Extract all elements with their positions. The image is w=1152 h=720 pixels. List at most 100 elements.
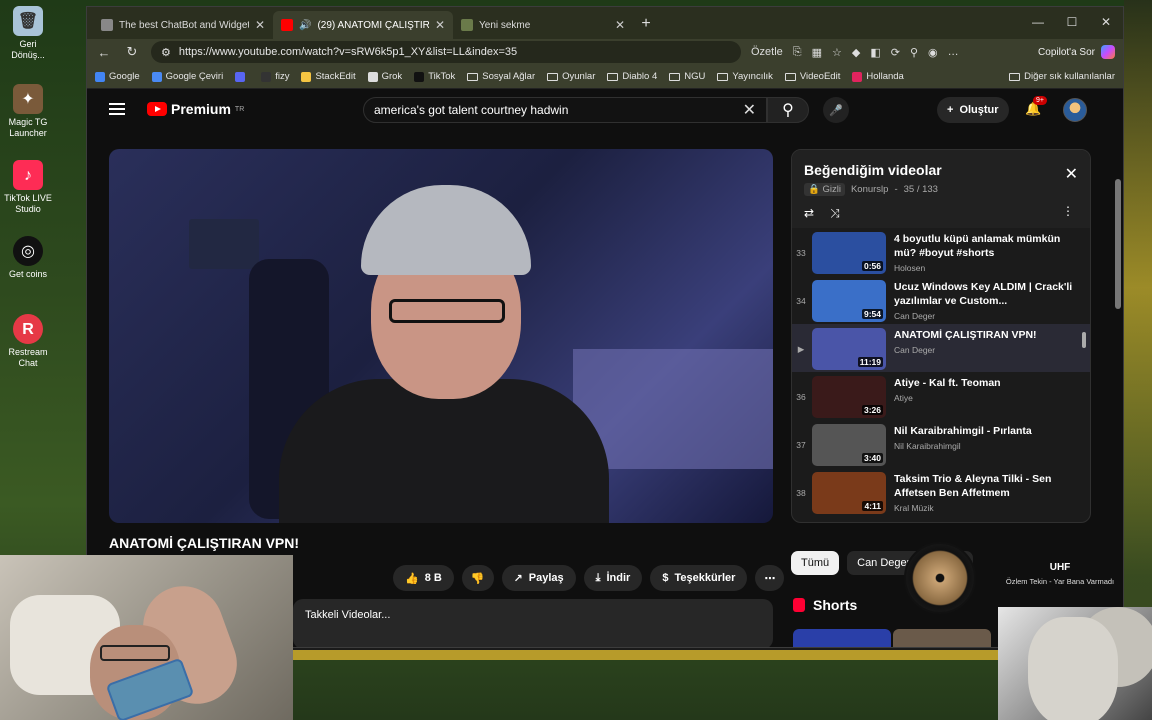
puzzle-icon[interactable]: ⚲ xyxy=(910,46,918,59)
bookmark-item[interactable]: NGU xyxy=(669,71,705,82)
desktop-icon-recycle-bin[interactable]: 🗑 Geri Dönüş... xyxy=(4,6,52,61)
create-button[interactable]: + Oluştur xyxy=(937,97,1009,123)
playlist-item-thumbnail[interactable]: 0:56 xyxy=(812,232,886,274)
avatar[interactable] xyxy=(1063,98,1087,122)
tab-new[interactable]: Yeni sekme ✕ xyxy=(453,11,633,39)
speaker-icon[interactable]: 🔊 xyxy=(299,20,311,31)
more-menu-icon[interactable]: … xyxy=(948,46,959,58)
bookmark-item[interactable]: Google Çeviri xyxy=(151,71,223,82)
playlist-item[interactable]: 33 0:56 4 boyutlu küpü anlamak mümkün mü? … xyxy=(792,228,1090,276)
playlist-item[interactable]: 36 3:26 Atiye - Kal ft. Teoman Atiye xyxy=(792,372,1090,420)
download-button[interactable]: ⤓ İndir xyxy=(583,565,643,591)
chip-all[interactable]: Tümü xyxy=(791,551,840,575)
desktop-icon-restream[interactable]: R Restream Chat xyxy=(4,314,52,369)
thanks-button[interactable]: $ Teşekkürler xyxy=(650,565,748,591)
short-thumbnail[interactable] xyxy=(893,629,991,647)
notifications-icon[interactable]: 🔔 9+ xyxy=(1025,96,1047,117)
loop-icon[interactable]: ⇄ xyxy=(804,206,814,221)
bookmark-item[interactable]: Sosyal Ağlar xyxy=(467,71,535,82)
close-playlist-icon[interactable]: ✕ xyxy=(1065,164,1078,184)
playlist-more-icon[interactable]: ⋮ xyxy=(1062,204,1074,218)
shuffle-icon[interactable]: ⤨ xyxy=(830,206,840,221)
site-info-icon[interactable]: ⚙ xyxy=(161,46,171,59)
like-button[interactable]: 👍 8 B xyxy=(393,565,454,591)
copilot-button[interactable]: Copilot'a Sor xyxy=(1038,45,1115,59)
share-icon: ↗ xyxy=(513,572,523,585)
playlist-title[interactable]: Beğendiğim videolar xyxy=(804,162,1078,178)
playlist-item-title[interactable]: 4 boyutlu küpü anlamak mümkün mü? #boyut… xyxy=(894,232,1082,260)
playlist-item[interactable]: 34 9:54 Ucuz Windows Key ALDIM | Crack'li … xyxy=(792,276,1090,324)
short-thumbnail[interactable] xyxy=(793,629,891,647)
extension-icon[interactable]: ◧ xyxy=(870,46,880,59)
bookmark-item[interactable]: TikTok xyxy=(414,71,455,82)
tab-youtube[interactable]: 🔊 (29) ANATOMİ ÇALIŞTIRAN V ✕ xyxy=(273,11,453,39)
search-button[interactable]: ⚲ xyxy=(767,97,809,123)
desktop-icon-tiktok-live[interactable]: ♪ TikTok LIVE Studio xyxy=(4,160,52,215)
playlist-scrollbar[interactable] xyxy=(1082,234,1086,514)
playlist-item[interactable]: ▶ 11:19 ANATOMİ ÇALIŞTIRAN VPN! Can Deger xyxy=(792,324,1090,372)
bookmark-item[interactable]: fizy xyxy=(261,71,289,82)
playlist-item-thumbnail[interactable]: 11:19 xyxy=(812,328,886,370)
bookmark-item[interactable]: Oyunlar xyxy=(547,71,595,82)
page-scrollbar[interactable] xyxy=(1115,179,1121,309)
bookmark-item[interactable]: StackEdit xyxy=(301,71,356,82)
playlist-item-thumbnail[interactable]: 9:54 xyxy=(812,280,886,322)
close-window-icon[interactable]: ✕ xyxy=(1089,7,1123,37)
playlist-item-info: ANATOMİ ÇALIŞTIRAN VPN! Can Deger xyxy=(894,328,1082,355)
other-bookmarks-label: Diğer sık kullanılanlar xyxy=(1024,71,1115,82)
favorite-star-icon[interactable]: ☆ xyxy=(832,46,842,59)
bookmark-item[interactable]: Hollanda xyxy=(852,71,904,82)
playlist-item-title[interactable]: Nil Karaibrahimgil - Pırlanta xyxy=(894,424,1082,438)
notification-badge: 9+ xyxy=(1033,96,1047,105)
search-input[interactable]: america's got talent courtney hadwin ✕ xyxy=(363,97,767,123)
more-actions-button[interactable]: ⋯ xyxy=(755,565,785,591)
playlist-owner[interactable]: Konurslp xyxy=(851,184,889,195)
bookmark-item[interactable]: Grok xyxy=(367,71,402,82)
close-tab-icon[interactable]: ✕ xyxy=(255,18,265,32)
bookmark-item[interactable]: Diablo 4 xyxy=(607,71,657,82)
back-icon[interactable]: ← xyxy=(95,45,113,60)
split-screen-icon[interactable]: ▦ xyxy=(812,46,822,59)
summarize-button[interactable]: Özetle xyxy=(751,46,783,58)
now-playing-track: Özlem Tekin - Yar Bana Varmadı xyxy=(1005,577,1115,586)
video-frame-poster xyxy=(189,219,259,269)
description-box[interactable]: Takkeli Videolar... xyxy=(293,599,773,647)
close-tab-icon[interactable]: ✕ xyxy=(615,18,625,32)
refresh-extension-icon[interactable]: ⟳ xyxy=(891,46,900,59)
close-tab-icon[interactable]: ✕ xyxy=(435,18,445,32)
maximize-icon[interactable]: ☐ xyxy=(1055,7,1089,37)
playlist-item-index: 33 xyxy=(796,248,806,258)
playlist-item-thumbnail[interactable]: 4:11 xyxy=(812,472,886,514)
desktop-icon-magic-tg[interactable]: ✦ Magic TG Launcher xyxy=(4,84,52,139)
playlist-item[interactable]: 37 3:40 Nil Karaibrahimgil - Pırlanta Nil K… xyxy=(792,420,1090,468)
playlist-item-title[interactable]: Taksim Trio & Aleyna Tilki - Sen Affetse… xyxy=(894,472,1082,500)
translate-icon[interactable]: ⎘ xyxy=(793,46,802,59)
share-button[interactable]: ↗ Paylaş xyxy=(501,565,576,591)
reload-icon[interactable]: ↻ xyxy=(123,44,141,60)
playlist-item-thumbnail[interactable]: 3:26 xyxy=(812,376,886,418)
playlist-item-title[interactable]: Ucuz Windows Key ALDIM | Crack'li yazılı… xyxy=(894,280,1082,308)
tab-chatbot[interactable]: The best ChatBot and Widgets fo ✕ xyxy=(93,11,273,39)
playlist-item-thumbnail[interactable]: 3:40 xyxy=(812,424,886,466)
new-tab-button[interactable]: + xyxy=(633,11,659,37)
microphone-icon[interactable]: 🎤 xyxy=(823,97,849,123)
dislike-button[interactable]: 👎 xyxy=(461,565,494,591)
minimize-icon[interactable]: — xyxy=(1021,7,1055,37)
bookmark-item[interactable]: Google xyxy=(95,71,140,82)
playlist-item-title[interactable]: Atiye - Kal ft. Teoman xyxy=(894,376,1082,390)
profile-icon[interactable]: ◉ xyxy=(928,46,938,59)
youtube-logo[interactable]: Premium TR xyxy=(147,101,244,117)
video-player[interactable] xyxy=(109,149,773,523)
menu-icon[interactable] xyxy=(109,103,125,115)
bookmark-item[interactable] xyxy=(235,71,249,82)
playlist-item-title[interactable]: ANATOMİ ÇALIŞTIRAN VPN! xyxy=(894,328,1082,342)
url-field[interactable]: ⚙ https://www.youtube.com/watch?v=sRW6k5… xyxy=(151,41,741,63)
clear-search-icon[interactable]: ✕ xyxy=(743,100,756,120)
shorts-heading: Shorts xyxy=(793,597,857,613)
bookmark-item[interactable]: VideoEdit xyxy=(784,71,840,82)
desktop-icon-get-coins[interactable]: ◎ Get coins xyxy=(4,236,52,280)
bookmark-item[interactable]: Yayıncılık xyxy=(717,71,773,82)
shield-extension-icon[interactable]: ◆ xyxy=(852,46,860,59)
playlist-item[interactable]: 38 4:11 Taksim Trio & Aleyna Tilki - Sen A… xyxy=(792,468,1090,516)
other-bookmarks[interactable]: Diğer sık kullanılanlar xyxy=(1009,71,1115,82)
